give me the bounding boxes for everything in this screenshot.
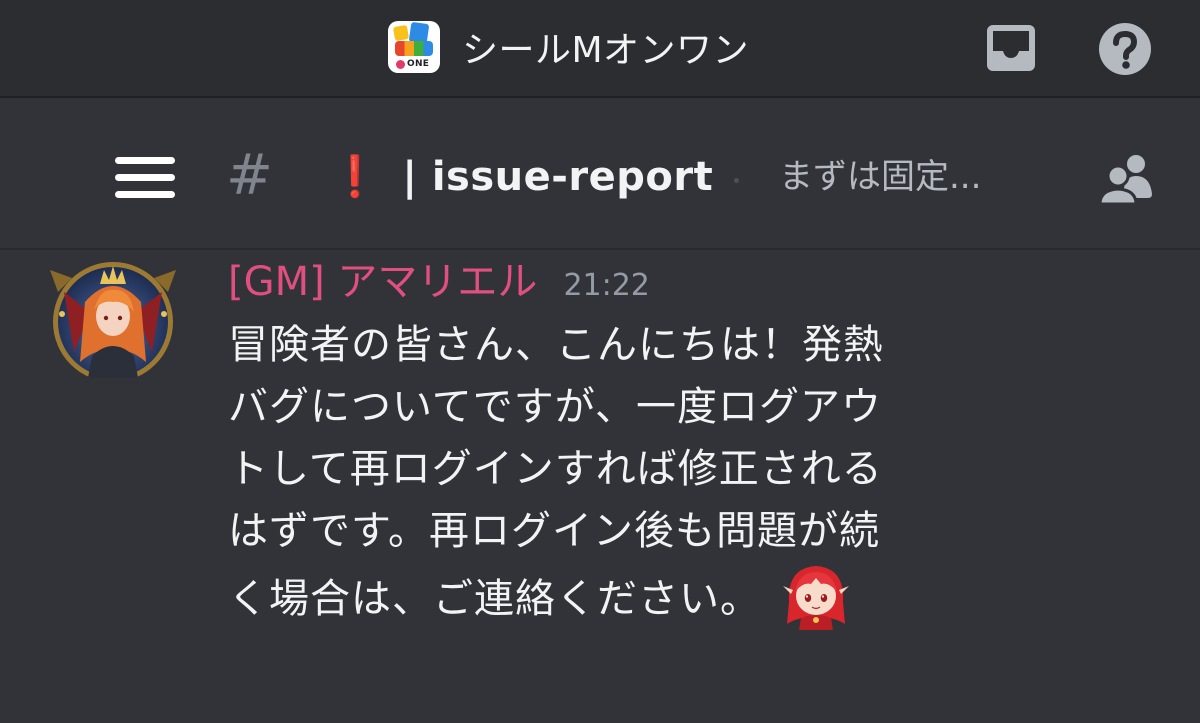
message-line: 冒険者の皆さん、こんにちは！発熱 — [228, 322, 884, 368]
discord-app: ONE シールMオンワン # ❗ | issue-report まずは固定... — [0, 0, 1200, 723]
server-logo-icon: ONE — [388, 21, 440, 73]
channel-name[interactable]: ❗ | issue-report — [330, 151, 713, 203]
server-logo-text: ONE — [407, 59, 430, 69]
user-avatar[interactable] — [40, 252, 186, 378]
server-title: シールMオンワン — [462, 30, 750, 71]
exclamation-icon: ❗ — [330, 154, 381, 200]
members-icon[interactable] — [1098, 152, 1154, 206]
server-bar: ONE シールMオンワン — [0, 0, 1200, 98]
message-author[interactable]: [GM] アマリエル — [228, 254, 537, 310]
channel-hash-icon: # — [226, 143, 273, 208]
message-timestamp: 21:22 — [563, 268, 650, 303]
channel-topic[interactable]: まずは固定... — [779, 153, 981, 201]
chat-message[interactable]: [GM] アマリエル 21:22 冒険者の皆さん、こんにちは！発熱 バグについて… — [0, 252, 1200, 723]
message-header: [GM] アマリエル 21:22 — [228, 254, 650, 310]
help-icon[interactable] — [1098, 22, 1152, 76]
server-title-button[interactable]: ONE シールMオンワン — [388, 19, 749, 75]
message-content: 冒険者の皆さん、こんにちは！発熱 バグについてですが、一度ログアウ トして再ログ… — [228, 314, 1058, 630]
message-line: トして再ログインすれば修正される — [228, 446, 883, 492]
header-separator-dot — [734, 178, 739, 183]
message-line-last: く場合は、ご連絡ください。 — [228, 562, 1058, 630]
message-line: はずです。再ログイン後も問題が続 — [228, 508, 880, 554]
hamburger-menu-icon[interactable] — [115, 157, 175, 199]
message-line-text: く場合は、ご連絡ください。 — [228, 576, 761, 622]
inbox-icon[interactable] — [986, 24, 1036, 72]
channel-name-text: | issue-report — [402, 154, 714, 200]
message-line: バグについてですが、一度ログアウ — [228, 384, 882, 430]
chibi-character-emoji-icon[interactable] — [781, 562, 851, 630]
channel-header: # ❗ | issue-report まずは固定... — [0, 100, 1200, 250]
